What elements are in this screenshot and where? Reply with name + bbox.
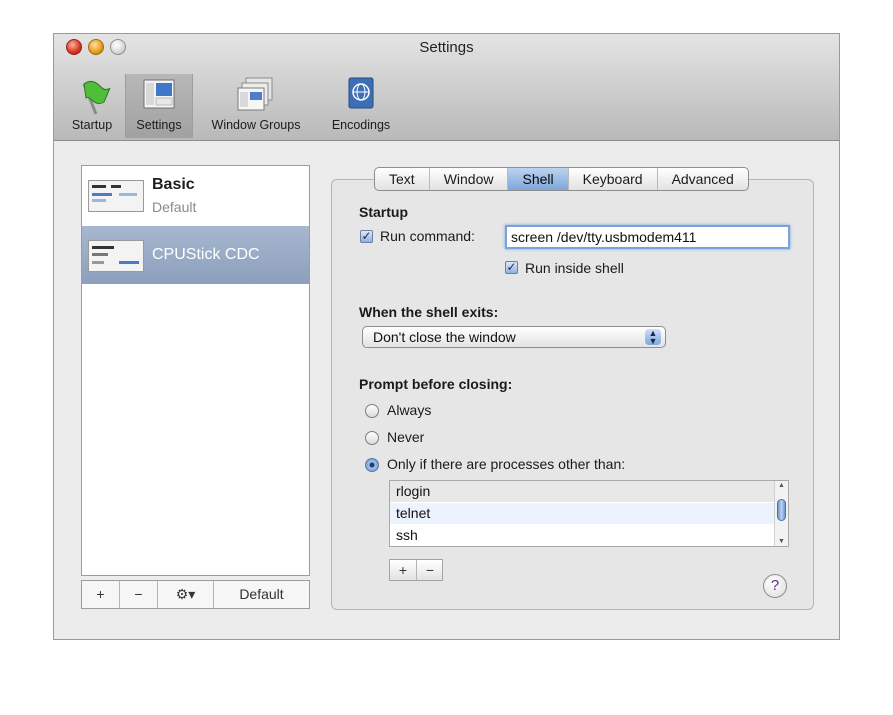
gear-icon: ⚙▾	[175, 586, 196, 602]
shell-exit-select[interactable]: Don't close the window ▲ ▼	[362, 326, 666, 348]
toolbar-encodings[interactable]: Encodings	[320, 74, 402, 138]
startup-heading: Startup	[359, 204, 408, 220]
exit-heading: When the shell exits:	[359, 304, 499, 320]
scroll-down-icon[interactable]: ▼	[775, 538, 788, 545]
add-process-button[interactable]: +	[390, 560, 417, 580]
settings-tabs: Text Window Shell Keyboard Advanced	[374, 167, 749, 191]
settings-window: Settings Startup Settings Window Groups …	[53, 33, 840, 640]
profile-subtitle: Default	[152, 199, 197, 215]
scroll-up-icon[interactable]: ▲	[775, 482, 788, 489]
default-profile-button[interactable]: Default	[214, 581, 309, 608]
toolbar-startup[interactable]: Startup	[64, 74, 120, 138]
gear-menu-button[interactable]: ⚙▾	[158, 581, 214, 608]
list-item[interactable]: ssh	[390, 525, 775, 546]
process-list-scrollbar[interactable]: ▲ ▼	[774, 481, 788, 546]
run-command-label: Run command:	[380, 228, 475, 244]
tab-text[interactable]: Text	[375, 168, 430, 190]
prompt-heading: Prompt before closing:	[359, 376, 513, 392]
run-inside-shell-checkbox[interactable]: ✓	[505, 261, 518, 274]
shell-exit-value: Don't close the window	[373, 329, 516, 345]
profile-item-cpustick-cdc[interactable]: CPUStick CDC	[82, 226, 309, 284]
toolbar-label: Window Groups	[211, 118, 301, 132]
chevron-up-down-icon: ▲ ▼	[645, 329, 661, 346]
prompt-always-label: Always	[387, 402, 432, 418]
prompt-never-radio[interactable]	[365, 431, 379, 445]
remove-profile-button[interactable]: −	[120, 581, 158, 608]
profile-thumbnail	[88, 180, 144, 212]
list-item[interactable]: telnet	[390, 503, 775, 524]
process-list[interactable]: rlogin telnet ssh ▲ ▼	[389, 480, 789, 547]
profile-name: Basic	[152, 176, 195, 193]
prompt-never-label: Never	[387, 429, 425, 445]
window-groups-icon	[237, 77, 273, 111]
toolbar-label: Encodings	[331, 118, 391, 132]
list-item[interactable]: rlogin	[390, 481, 775, 502]
scrollbar-knob[interactable]	[777, 499, 786, 521]
profile-thumbnail	[88, 240, 144, 272]
prompt-processes-radio[interactable]	[365, 458, 379, 472]
add-profile-button[interactable]: +	[82, 581, 120, 608]
process-add-remove: + −	[389, 559, 443, 581]
toolbar-settings[interactable]: Settings	[125, 74, 193, 138]
run-inside-shell-label: Run inside shell	[525, 260, 624, 276]
flag-icon	[82, 80, 111, 115]
run-command-checkbox[interactable]: ✓	[360, 230, 373, 243]
profile-list: Basic Default CPUStick CDC	[81, 165, 310, 576]
title-bar: Settings Startup Settings Window Groups …	[54, 34, 839, 141]
remove-process-button[interactable]: −	[417, 560, 443, 580]
toolbar-label: Startup	[71, 118, 113, 132]
prompt-always-radio[interactable]	[365, 404, 379, 418]
toolbar-label: Settings	[136, 118, 182, 132]
tab-window[interactable]: Window	[430, 168, 509, 190]
settings-icon	[143, 79, 175, 109]
tab-keyboard[interactable]: Keyboard	[569, 168, 658, 190]
prompt-processes-label: Only if there are processes other than:	[387, 456, 626, 472]
help-button[interactable]: ?	[763, 574, 787, 598]
toolbar-window-groups[interactable]: Window Groups	[197, 74, 315, 138]
globe-icon	[348, 77, 374, 109]
tab-shell[interactable]: Shell	[508, 168, 569, 190]
run-command-input[interactable]: screen /dev/tty.usbmodem411	[505, 225, 790, 249]
tab-advanced[interactable]: Advanced	[658, 168, 748, 190]
profile-list-actions: + − ⚙▾ Default	[81, 580, 310, 609]
window-title: Settings	[419, 39, 474, 56]
profile-item-basic[interactable]: Basic Default	[82, 166, 309, 224]
profile-name: CPUStick CDC	[152, 246, 260, 263]
